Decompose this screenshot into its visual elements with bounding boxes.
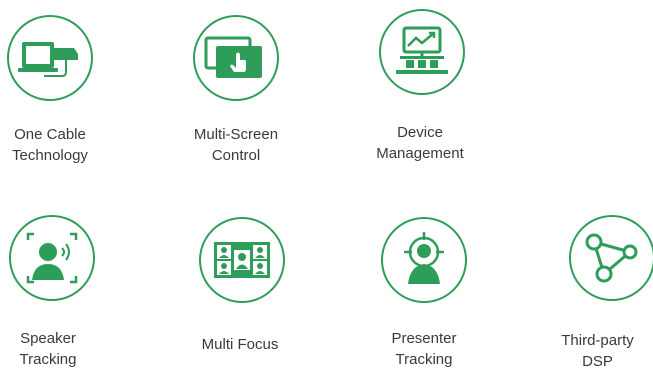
feature-label-device-management: Device Management	[376, 124, 464, 162]
one-cable-icon	[4, 12, 96, 104]
speaker-tracking-icon	[6, 212, 98, 304]
multi-focus-icon	[196, 214, 288, 306]
feature-label-one-cable: One Cable Technology	[12, 126, 88, 164]
feature-label-presenter-tracking: Presenter Tracking	[391, 330, 457, 368]
device-management-icon	[376, 6, 468, 98]
presenter-tracking-icon	[378, 214, 470, 306]
multi-screen-icon	[190, 12, 282, 104]
third-party-dsp-icon	[566, 212, 653, 304]
feature-label-multi-focus: Multi Focus	[201, 336, 279, 353]
feature-label-multi-screen: Multi-Screen Control	[193, 126, 279, 164]
feature-label-speaker-tracking: Speaker Tracking	[19, 330, 77, 368]
feature-label-third-party-dsp: Third-party DSP	[561, 332, 634, 370]
